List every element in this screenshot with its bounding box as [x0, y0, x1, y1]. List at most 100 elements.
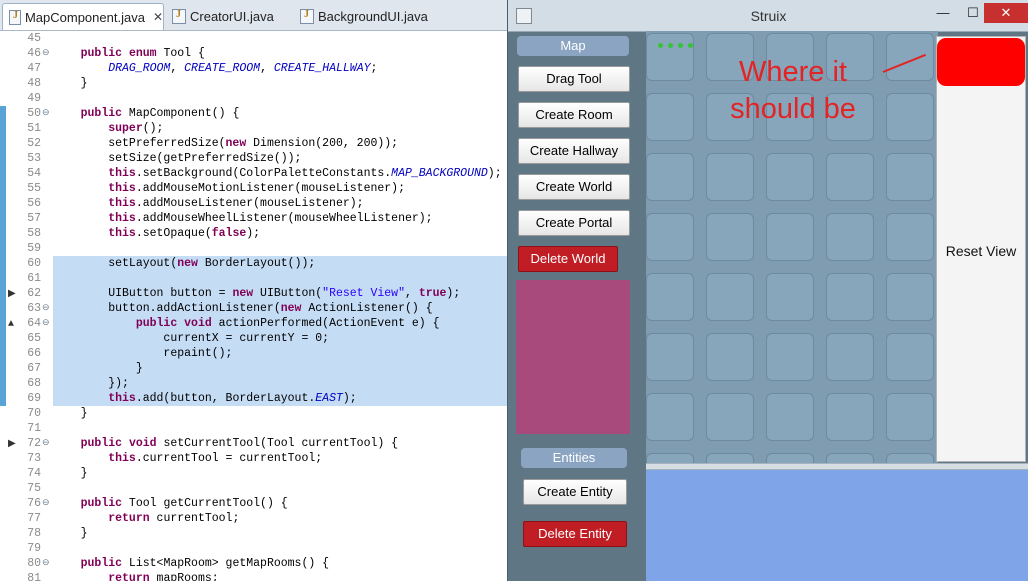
code-line[interactable]: 78 }	[0, 526, 507, 541]
fold-icon[interactable]: ⊖	[42, 436, 50, 451]
map-grid-cell[interactable]	[886, 333, 934, 381]
tab-creatorui[interactable]: CreatorUI.java	[166, 3, 290, 29]
map-grid-cell[interactable]	[646, 393, 694, 441]
map-grid-cell[interactable]	[706, 333, 754, 381]
map-grid-cell[interactable]	[646, 333, 694, 381]
delete-world-button[interactable]: Delete World	[518, 246, 618, 272]
code-line[interactable]: 63 ⊖ button.addActionListener(new ActionL…	[0, 301, 507, 316]
map-grid-cell[interactable]	[646, 273, 694, 321]
map-grid-cell[interactable]	[886, 393, 934, 441]
map-grid-cell[interactable]	[766, 273, 814, 321]
code-line[interactable]: 76 ⊖ public Tool getCurrentTool() {	[0, 496, 507, 511]
map-grid-cell[interactable]	[826, 153, 874, 201]
split-divider[interactable]	[646, 463, 1028, 470]
tab-mapcomponent[interactable]: MapComponent.java ✕	[2, 3, 164, 30]
map-grid-cell[interactable]	[706, 213, 754, 261]
code-line[interactable]: 46 ⊖ public enum Tool {	[0, 46, 507, 61]
close-button[interactable]: ✕	[984, 3, 1028, 23]
tab-backgroundui[interactable]: BackgroundUI.java	[294, 3, 434, 29]
map-grid-cell[interactable]	[826, 453, 874, 463]
map-grid-cell[interactable]	[706, 453, 754, 463]
create-room-button[interactable]: Create Room	[518, 102, 630, 128]
reset-view-button[interactable]: Reset View	[936, 36, 1026, 462]
fold-icon[interactable]: ⊖	[42, 46, 50, 61]
code-line[interactable]: 61	[0, 271, 507, 286]
line-number: 50	[27, 107, 41, 120]
fold-icon[interactable]: ⊖	[42, 106, 50, 121]
override-marker-icon[interactable]: ▶	[8, 287, 16, 302]
close-icon[interactable]: ✕	[153, 10, 163, 24]
map-grid-cell[interactable]	[886, 153, 934, 201]
create-hallway-button[interactable]: Create Hallway	[518, 138, 630, 164]
code-line[interactable]: ▶ 72 ⊖ public void setCurrentTool(Tool cur…	[0, 436, 507, 451]
map-grid-cell[interactable]	[706, 153, 754, 201]
code-line[interactable]: 67 }	[0, 361, 507, 376]
code-line[interactable]: 53 setSize(getPreferredSize());	[0, 151, 507, 166]
map-grid-cell[interactable]	[826, 213, 874, 261]
map-grid-cell[interactable]	[766, 213, 814, 261]
code-line[interactable]: 52 setPreferredSize(new Dimension(200, 2…	[0, 136, 507, 151]
map-grid-cell[interactable]	[766, 393, 814, 441]
fold-icon[interactable]: ⊖	[42, 496, 50, 511]
code-line[interactable]: 48 }	[0, 76, 507, 91]
map-grid-cell[interactable]	[646, 93, 694, 141]
map-grid-cell[interactable]	[766, 333, 814, 381]
map-grid-cell[interactable]	[646, 153, 694, 201]
code-line[interactable]: 80 ⊖ public List<MapRoom> getMapRooms() {	[0, 556, 507, 571]
fold-icon[interactable]: ⊖	[42, 556, 50, 571]
code-line[interactable]: 69 this.add(button, BorderLayout.EAST);	[0, 391, 507, 406]
map-grid-cell[interactable]	[646, 213, 694, 261]
minimize-button[interactable]: —	[928, 3, 958, 23]
code-line[interactable]: ▶ 62 UIButton button = new UIButton("Rese…	[0, 286, 507, 301]
code-line[interactable]: 59	[0, 241, 507, 256]
code-line[interactable]: 68 });	[0, 376, 507, 391]
map-grid-cell[interactable]	[766, 153, 814, 201]
map-grid-cell[interactable]	[886, 273, 934, 321]
code-line[interactable]: 60 setLayout(new BorderLayout());	[0, 256, 507, 271]
map-grid-cell[interactable]	[646, 453, 694, 463]
create-portal-button[interactable]: Create Portal	[518, 210, 630, 236]
code-line[interactable]: 56 this.addMouseListener(mouseListener);	[0, 196, 507, 211]
map-grid-cell[interactable]	[706, 393, 754, 441]
code-line[interactable]: 81 return mapRooms;	[0, 571, 507, 581]
code-line[interactable]: 77 return currentTool;	[0, 511, 507, 526]
code-line[interactable]: 79	[0, 541, 507, 556]
code-line[interactable]: 71	[0, 421, 507, 436]
map-grid-cell[interactable]	[886, 213, 934, 261]
map-grid-cell[interactable]	[886, 453, 934, 463]
map-grid-cell[interactable]	[706, 273, 754, 321]
code-line[interactable]: 73 this.currentTool = currentTool;	[0, 451, 507, 466]
code-area[interactable]: 45 46 ⊖ public enum Tool {47 DRAG_ROOM, C…	[0, 31, 507, 581]
code-line[interactable]: ▲ 64 ⊖ public void actionPerformed(ActionE…	[0, 316, 507, 331]
fold-icon[interactable]: ⊖	[42, 316, 50, 331]
code-line[interactable]: 57 this.addMouseWheelListener(mouseWheel…	[0, 211, 507, 226]
map-grid-cell[interactable]	[766, 453, 814, 463]
code-line[interactable]: 47 DRAG_ROOM, CREATE_ROOM, CREATE_HALLWA…	[0, 61, 507, 76]
map-grid-cell[interactable]	[826, 273, 874, 321]
fold-icon[interactable]: ⊖	[42, 301, 50, 316]
map-grid-cell[interactable]	[826, 393, 874, 441]
code-line[interactable]: 70 }	[0, 406, 507, 421]
drag-tool-button[interactable]: Drag Tool	[518, 66, 630, 92]
override-marker-icon[interactable]: ▲	[8, 317, 14, 332]
code-line[interactable]: 54 this.setBackground(ColorPaletteConsta…	[0, 166, 507, 181]
code-line[interactable]: 66 repaint();	[0, 346, 507, 361]
code-line[interactable]: 49	[0, 91, 507, 106]
map-grid-cell[interactable]	[886, 33, 934, 81]
code-line[interactable]: 74 }	[0, 466, 507, 481]
code-line[interactable]: 45	[0, 31, 507, 46]
delete-entity-button[interactable]: Delete Entity	[523, 521, 627, 547]
map-grid-cell[interactable]	[646, 33, 694, 81]
code-line[interactable]: 50 ⊖ public MapComponent() {	[0, 106, 507, 121]
code-line[interactable]: 55 this.addMouseMotionListener(mouseList…	[0, 181, 507, 196]
map-grid-cell[interactable]	[886, 93, 934, 141]
code-line[interactable]: 58 this.setOpaque(false);	[0, 226, 507, 241]
code-line[interactable]: 75	[0, 481, 507, 496]
create-entity-button[interactable]: Create Entity	[523, 479, 627, 505]
code-line[interactable]: 51 super();	[0, 121, 507, 136]
override-marker-icon[interactable]: ▶	[8, 437, 16, 452]
map-grid-cell[interactable]	[826, 333, 874, 381]
entity-list[interactable]	[516, 280, 630, 434]
create-world-button[interactable]: Create World	[518, 174, 630, 200]
code-line[interactable]: 65 currentX = currentY = 0;	[0, 331, 507, 346]
